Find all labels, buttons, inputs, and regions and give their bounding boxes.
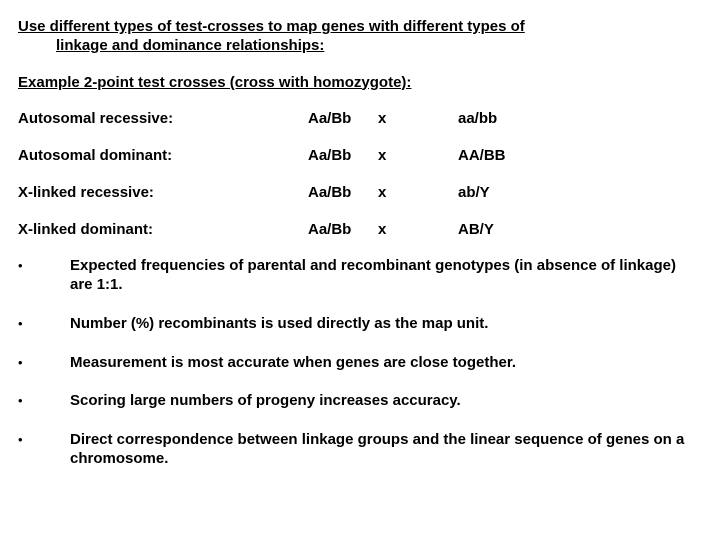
cross-label: Autosomal dominant: xyxy=(18,147,308,166)
bullet-text: Number (%) recombinants is used directly… xyxy=(70,315,702,334)
cross-label: Autosomal recessive: xyxy=(18,110,308,129)
cross-symbol: x xyxy=(378,221,458,240)
cross-parent-1: Aa/Bb xyxy=(308,184,378,203)
cross-table: Autosomal recessive: Aa/Bb x aa/bb Autos… xyxy=(18,110,702,239)
cross-parent-2: ab/Y xyxy=(458,184,702,203)
bullet-text: Scoring large numbers of progeny increas… xyxy=(70,392,702,411)
bullet-icon: • xyxy=(18,257,70,295)
cross-row: Autosomal recessive: Aa/Bb x aa/bb xyxy=(18,110,702,129)
bullet-text: Expected frequencies of parental and rec… xyxy=(70,257,702,295)
notes-list: • Expected frequencies of parental and r… xyxy=(18,257,702,468)
heading-line-1: Use different types of test-crosses to m… xyxy=(18,18,702,37)
heading-line-2: linkage and dominance relationships: xyxy=(18,37,702,56)
cross-parent-2: AB/Y xyxy=(458,221,702,240)
main-heading: Use different types of test-crosses to m… xyxy=(18,18,702,56)
cross-label: X-linked recessive: xyxy=(18,184,308,203)
list-item: • Expected frequencies of parental and r… xyxy=(18,257,702,295)
cross-parent-2: aa/bb xyxy=(458,110,702,129)
cross-label: X-linked dominant: xyxy=(18,221,308,240)
list-item: • Measurement is most accurate when gene… xyxy=(18,354,702,373)
cross-parent-2: AA/BB xyxy=(458,147,702,166)
cross-symbol: x xyxy=(378,184,458,203)
bullet-icon: • xyxy=(18,354,70,373)
cross-symbol: x xyxy=(378,147,458,166)
list-item: • Direct correspondence between linkage … xyxy=(18,431,702,469)
cross-row: X-linked dominant: Aa/Bb x AB/Y xyxy=(18,221,702,240)
bullet-icon: • xyxy=(18,315,70,334)
cross-parent-1: Aa/Bb xyxy=(308,147,378,166)
bullet-icon: • xyxy=(18,392,70,411)
cross-parent-1: Aa/Bb xyxy=(308,110,378,129)
cross-row: Autosomal dominant: Aa/Bb x AA/BB xyxy=(18,147,702,166)
list-item: • Number (%) recombinants is used direct… xyxy=(18,315,702,334)
list-item: • Scoring large numbers of progeny incre… xyxy=(18,392,702,411)
sub-heading: Example 2-point test crosses (cross with… xyxy=(18,74,702,93)
bullet-text: Measurement is most accurate when genes … xyxy=(70,354,702,373)
cross-parent-1: Aa/Bb xyxy=(308,221,378,240)
cross-symbol: x xyxy=(378,110,458,129)
bullet-text: Direct correspondence between linkage gr… xyxy=(70,431,702,469)
bullet-icon: • xyxy=(18,431,70,469)
cross-row: X-linked recessive: Aa/Bb x ab/Y xyxy=(18,184,702,203)
